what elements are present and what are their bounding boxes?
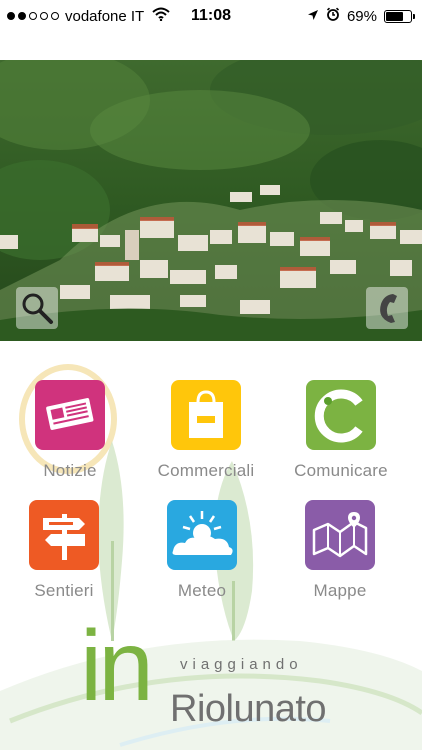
signpost-icon <box>29 500 99 570</box>
village-hillside-photo <box>0 60 422 341</box>
phone-icon <box>373 292 401 324</box>
search-button[interactable] <box>16 287 58 329</box>
search-icon <box>20 291 54 325</box>
menu-item-label: Notizie <box>43 461 97 480</box>
shopping-bag-icon <box>171 380 241 450</box>
map-icon <box>305 500 375 570</box>
sun-cloud-icon <box>167 500 237 570</box>
comunicare-c-icon <box>306 380 376 450</box>
wifi-icon <box>152 7 170 25</box>
menu-item-label: Meteo <box>177 581 227 600</box>
menu-item-label: Sentieri <box>34 581 94 600</box>
menu-item-label: Comunicare <box>294 461 388 480</box>
logo-prefix: in <box>80 610 154 722</box>
logo-town: Riolunato <box>170 688 327 730</box>
hero-image <box>0 60 422 341</box>
location-arrow-icon <box>307 8 319 25</box>
battery-icon <box>384 9 415 23</box>
menu-item-notizie[interactable]: Notizie <box>0 380 140 492</box>
battery-percent: 69% <box>346 7 377 25</box>
menu-item-label: Mappe <box>313 581 367 600</box>
carrier-name: vodafone IT <box>65 7 145 25</box>
alarm-icon <box>326 7 340 25</box>
menu-item-mappe[interactable]: Mappe <box>270 500 410 612</box>
app-logo: in viaggiando Riolunato <box>80 616 370 736</box>
menu-item-sentieri[interactable]: Sentieri <box>0 500 134 612</box>
status-bar: vodafone IT 11:08 69% <box>0 0 422 32</box>
menu-item-label: Commerciali <box>157 461 255 480</box>
menu-item-meteo[interactable]: Meteo <box>132 500 272 612</box>
phone-button[interactable] <box>366 287 408 329</box>
newspaper-icon <box>35 380 105 450</box>
logo-tagline: viaggiando <box>180 656 303 673</box>
menu-item-comunicare[interactable]: Comunicare <box>271 380 411 492</box>
menu-item-commerciali[interactable]: Commerciali <box>136 380 276 492</box>
signal-strength-icon <box>7 12 59 20</box>
